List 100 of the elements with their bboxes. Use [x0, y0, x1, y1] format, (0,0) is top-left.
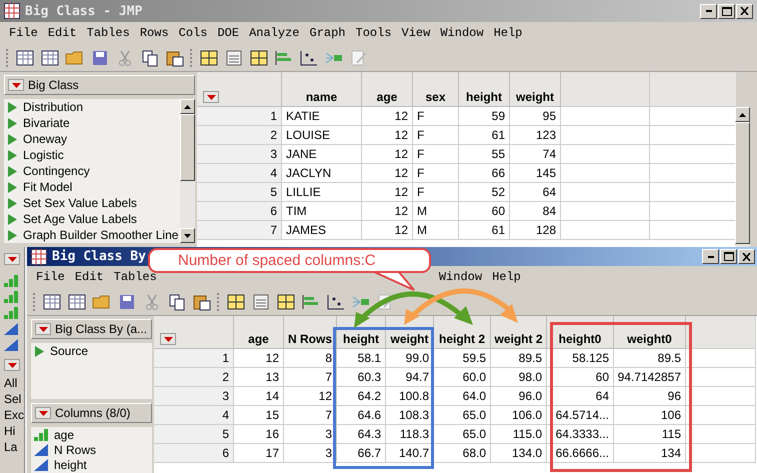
column-item[interactable]: age	[31, 427, 152, 442]
grid-icon[interactable]	[199, 48, 219, 66]
column-header[interactable]: weight0	[614, 316, 686, 349]
column-header[interactable]: height	[459, 72, 510, 107]
scroll-up-button[interactable]	[180, 99, 195, 114]
menu-triangle-button[interactable]	[35, 323, 51, 335]
caret-icon	[38, 410, 48, 416]
save-icon[interactable]	[117, 292, 137, 310]
script-item[interactable]: Bivariate	[4, 115, 180, 131]
grid-icon[interactable]	[226, 292, 246, 310]
menu-triangle-button[interactable]	[8, 79, 24, 91]
table-cell: F	[413, 126, 459, 145]
column-header[interactable]: age	[234, 316, 284, 349]
folder-icon[interactable]	[65, 48, 85, 66]
menu-item[interactable]: Rows	[134, 26, 174, 40]
table-icon[interactable]	[67, 292, 87, 310]
arrow-up-icon	[184, 104, 191, 108]
triangle-icon	[7, 102, 17, 112]
menu-item[interactable]: Help	[488, 26, 528, 40]
table-icon[interactable]	[40, 48, 60, 66]
axis-icon[interactable]	[326, 292, 346, 310]
menu-item[interactable]: File	[31, 270, 70, 284]
table-cell: 13	[234, 368, 284, 387]
column-header[interactable]: height 2	[434, 316, 491, 349]
maximize-button[interactable]	[720, 249, 737, 264]
table-cell: TIM	[282, 202, 362, 221]
paste-icon[interactable]	[192, 292, 212, 310]
table-icon[interactable]	[15, 48, 35, 66]
menu-item[interactable]: Edit	[42, 26, 82, 40]
save-icon[interactable]	[90, 48, 110, 66]
script-item[interactable]: Contingency	[4, 163, 180, 179]
column-item[interactable]: N Rows	[31, 442, 152, 457]
menu-triangle-button[interactable]	[4, 359, 20, 371]
menu-triangle-button[interactable]	[4, 253, 20, 265]
table-cell: 64.3	[337, 425, 386, 444]
table-cell: 7	[284, 406, 337, 425]
table-cell: F	[413, 164, 459, 183]
menu-item[interactable]: Tables	[108, 270, 162, 284]
menu-item[interactable]: Analyze	[244, 26, 304, 40]
close-button[interactable]	[738, 249, 755, 264]
scroll-thumb[interactable]	[180, 114, 195, 181]
panel-label: All	[4, 375, 18, 391]
column-header[interactable]: name	[282, 72, 362, 107]
column-item[interactable]: height	[31, 457, 152, 472]
row-number: 4	[154, 406, 234, 425]
script-item[interactable]: Set Age Value Labels	[4, 211, 180, 227]
minimize-button[interactable]	[700, 4, 717, 18]
row-number: 1	[197, 107, 282, 126]
row-number: 7	[197, 221, 282, 240]
scroll-down-button[interactable]	[180, 228, 195, 243]
close-button[interactable]	[736, 4, 753, 18]
scroll-up-button[interactable]	[735, 107, 750, 122]
menu-item[interactable]: Edit	[70, 270, 109, 284]
bar-chart-icon[interactable]	[301, 292, 321, 310]
menu-item[interactable]: Tables	[82, 26, 135, 40]
grid-icon[interactable]	[249, 48, 269, 66]
column-header[interactable]: age	[362, 72, 413, 107]
script-item[interactable]: Graph Builder Smoother Line	[4, 227, 180, 243]
table-cell: 60.3	[337, 368, 386, 387]
menu-triangle-button[interactable]	[203, 91, 219, 103]
script-item[interactable]: Set Sex Value Labels	[4, 195, 180, 211]
bar-chart-icon[interactable]	[274, 48, 294, 66]
ramp-icon	[4, 339, 18, 351]
menu-item[interactable]: Window	[434, 270, 488, 284]
menu-triangle-button[interactable]	[160, 333, 176, 345]
copy-icon[interactable]	[167, 292, 187, 310]
menu-item[interactable]: Help	[487, 270, 526, 284]
column-header[interactable]: N Rows	[284, 316, 337, 349]
triangle-icon	[7, 118, 17, 128]
script-item[interactable]: Oneway	[4, 131, 180, 147]
table-cell: 12	[362, 126, 413, 145]
triangle-icon	[7, 166, 17, 176]
menu-item[interactable]: File	[4, 26, 43, 40]
table-cell: 60.0	[434, 368, 491, 387]
folder-icon[interactable]	[92, 292, 112, 310]
maximize-button[interactable]	[718, 4, 735, 18]
table-cell: 115.0	[491, 425, 547, 444]
script-item[interactable]: Logistic	[4, 147, 180, 163]
menu-item[interactable]: Graph	[304, 26, 351, 40]
paste-icon[interactable]	[165, 48, 185, 66]
column-header[interactable]: weight 2	[491, 316, 547, 349]
menu-item[interactable]: DOE	[212, 26, 244, 40]
grid-icon[interactable]	[276, 292, 296, 310]
minimize-button[interactable]	[702, 249, 719, 264]
menu-item[interactable]: View	[396, 26, 436, 40]
table-cell: 65.0	[434, 406, 491, 425]
axis-icon[interactable]	[299, 48, 319, 66]
column-header[interactable]: weight	[510, 72, 561, 107]
menu-item[interactable]: Tools	[350, 26, 397, 40]
menu-item[interactable]: Cols	[174, 26, 212, 40]
column-header[interactable]: sex	[413, 72, 459, 107]
window-title: Big Class - JMP	[25, 4, 142, 18]
script-item[interactable]: Distribution	[4, 99, 180, 115]
script-item[interactable]: Fit Model	[4, 179, 180, 195]
table-icon	[4, 3, 20, 19]
menu-item[interactable]: Window	[435, 26, 489, 40]
table-cell: 64.3333...	[547, 425, 614, 444]
table-icon[interactable]	[42, 292, 62, 310]
copy-icon[interactable]	[140, 48, 160, 66]
menu-triangle-button[interactable]	[35, 407, 51, 419]
